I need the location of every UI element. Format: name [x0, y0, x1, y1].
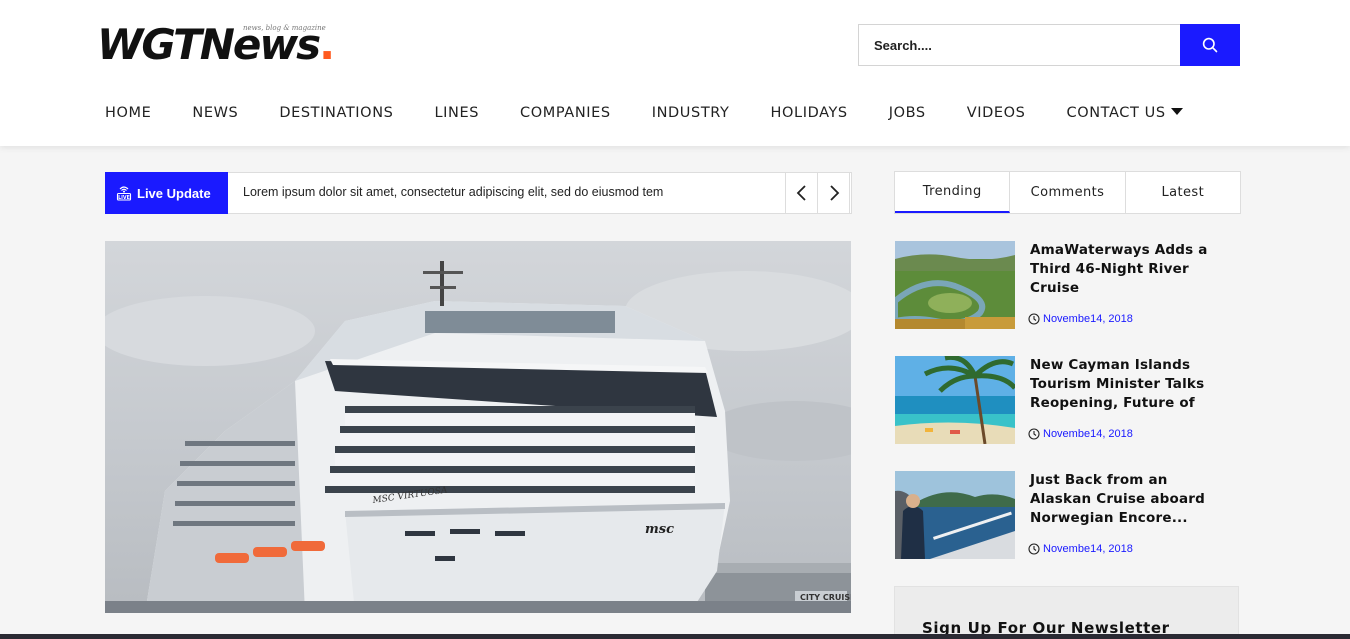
clock-icon — [1028, 428, 1040, 440]
tab-latest[interactable]: Latest — [1126, 172, 1240, 213]
live-update-ticker: LIVE Live Update Lorem ipsum dolor sit a… — [105, 172, 852, 214]
nav-item-videos[interactable]: VIDEOS — [967, 103, 1026, 123]
trending-title[interactable]: AmaWaterways Adds a Third 46-Night River… — [1030, 241, 1230, 298]
trending-date-text: Novembe14, 2018 — [1043, 313, 1133, 325]
sidebar-tabs: Trending Comments Latest — [894, 171, 1241, 214]
nav-item-contact-us[interactable]: CONTACT US — [1067, 103, 1183, 123]
nav-item-industry[interactable]: INDUSTRY — [652, 103, 730, 123]
search-input[interactable] — [859, 25, 1181, 65]
ticker-next-button[interactable] — [817, 172, 850, 214]
cruise-ship-illustration: CITY CRUISE MSC VIRTUOSA msc — [105, 261, 851, 613]
trending-item[interactable]: AmaWaterways Adds a Third 46-Night River… — [895, 241, 1240, 329]
nav-item-destinations[interactable]: DESTINATIONS — [279, 103, 393, 123]
main-nav: HOME NEWS DESTINATIONS LINES COMPANIES I… — [105, 103, 1224, 123]
newsletter-box: Sign Up For Our Newsletter — [894, 586, 1239, 639]
logo-tagline: news, blog & magazine — [243, 24, 326, 32]
live-update-label: Live Update — [137, 185, 211, 201]
hero-image[interactable]: CITY CRUISE MSC VIRTUOSA msc — [105, 241, 851, 613]
svg-text:LIVE: LIVE — [118, 195, 130, 201]
site-logo[interactable]: WGTNews. news, blog & magazine — [97, 22, 335, 68]
trending-thumbnail[interactable] — [895, 356, 1015, 444]
trending-title[interactable]: New Cayman Islands Tourism Minister Talk… — [1030, 356, 1230, 413]
nav-item-companies[interactable]: COMPANIES — [520, 103, 611, 123]
ticker-headline[interactable]: Lorem ipsum dolor sit amet, consectetur … — [243, 185, 663, 199]
tab-comments[interactable]: Comments — [1010, 172, 1126, 213]
trending-date-text: Novembe14, 2018 — [1043, 543, 1133, 555]
ticker-prev-button[interactable] — [785, 172, 818, 214]
search-box — [858, 24, 1240, 66]
nav-item-jobs[interactable]: JOBS — [889, 103, 926, 123]
nav-item-holidays[interactable]: HOLIDAYS — [771, 103, 848, 123]
river-valley-thumbnail — [895, 241, 1015, 329]
trending-thumbnail[interactable] — [895, 241, 1015, 329]
site-header: WGTNews. news, blog & magazine HOME NEWS… — [0, 0, 1350, 146]
tropical-beach-thumbnail — [895, 356, 1015, 444]
chevron-right-icon — [829, 185, 839, 201]
trending-date: Novembe14, 2018 — [1028, 428, 1133, 440]
clock-icon — [1028, 313, 1040, 325]
caret-down-icon — [1170, 108, 1183, 115]
nav-item-home[interactable]: HOME — [105, 103, 151, 123]
msc-logo-text: msc — [645, 522, 674, 537]
nav-item-news[interactable]: NEWS — [192, 103, 238, 123]
bottom-edge-bar — [0, 634, 1350, 639]
tab-trending[interactable]: Trending — [895, 172, 1011, 213]
live-broadcast-icon: LIVE — [116, 185, 132, 201]
alaska-cruise-thumbnail — [895, 471, 1015, 559]
trending-thumbnail[interactable] — [895, 471, 1015, 559]
chevron-left-icon — [796, 185, 806, 201]
search-button[interactable] — [1180, 24, 1240, 66]
terminal-sign: CITY CRUISE — [800, 593, 851, 602]
trending-item[interactable]: Just Back from an Alaskan Cruise aboard … — [895, 471, 1240, 559]
trending-title[interactable]: Just Back from an Alaskan Cruise aboard … — [1030, 471, 1230, 528]
nav-item-lines[interactable]: LINES — [434, 103, 479, 123]
trending-date: Novembe14, 2018 — [1028, 543, 1133, 555]
search-icon — [1202, 37, 1218, 53]
trending-date: Novembe14, 2018 — [1028, 313, 1133, 325]
clock-icon — [1028, 543, 1040, 555]
trending-item[interactable]: New Cayman Islands Tourism Minister Talk… — [895, 356, 1240, 444]
trending-date-text: Novembe14, 2018 — [1043, 428, 1133, 440]
live-update-badge: LIVE Live Update — [105, 172, 228, 214]
nav-item-contact-us-label: CONTACT US — [1066, 105, 1166, 121]
